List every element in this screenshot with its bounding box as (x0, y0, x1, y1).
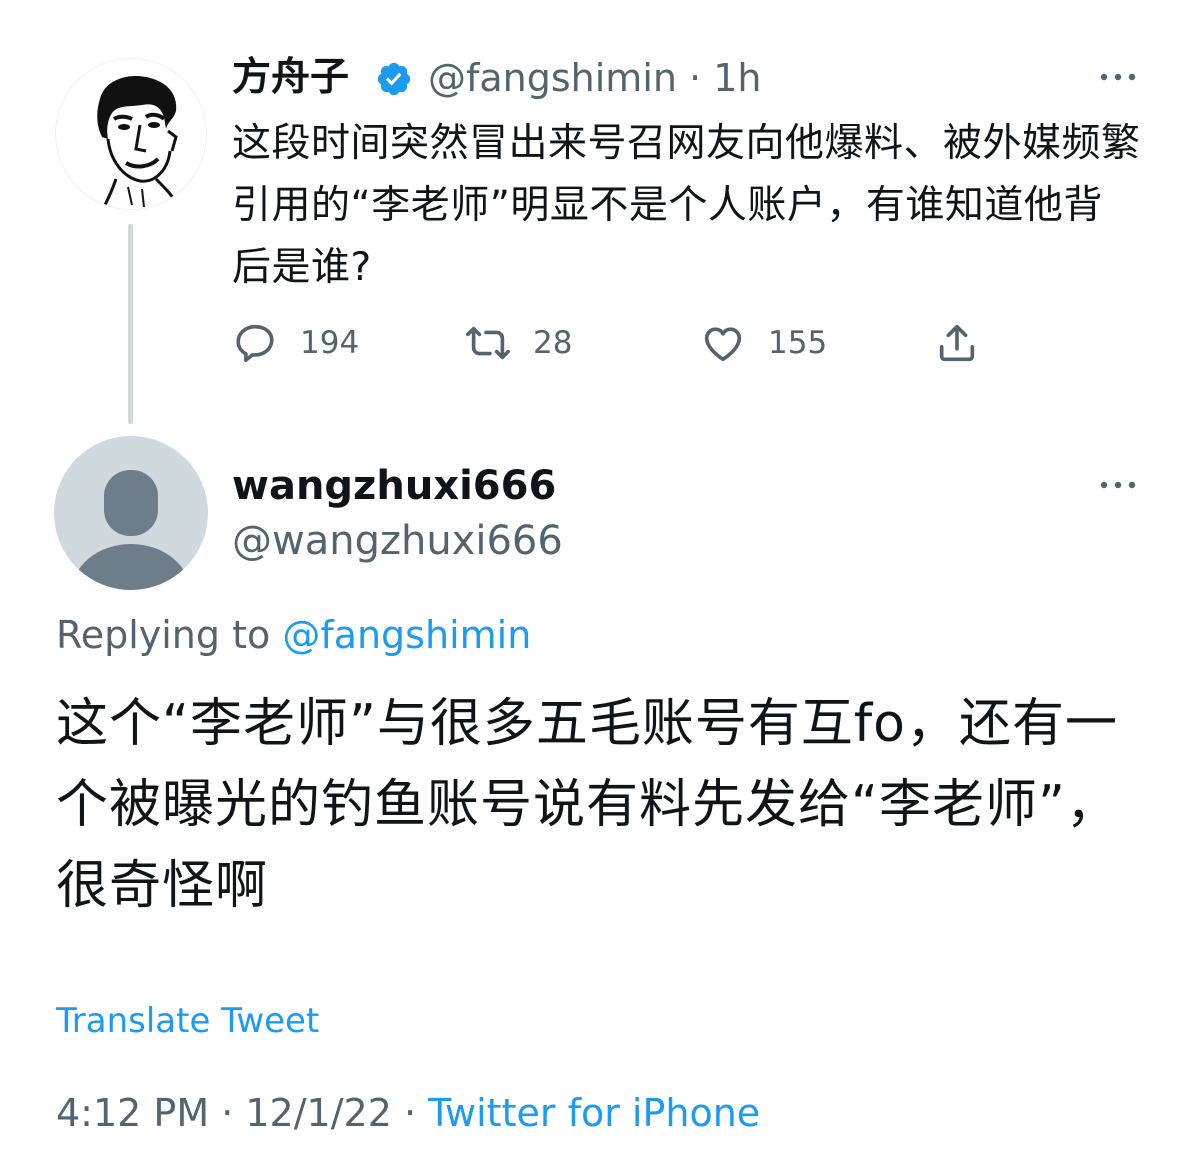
like-icon (704, 327, 742, 362)
tweet-date[interactable]: 12/1/22 (245, 1091, 392, 1135)
replying-to-label: Replying to (56, 613, 283, 657)
author-name[interactable]: 方舟子 (232, 52, 349, 104)
default-avatar-icon (71, 470, 191, 590)
like-count: 155 (768, 325, 828, 361)
share-icon (939, 324, 975, 362)
tweet-actions: 194 28 155 (232, 313, 992, 373)
tweet-source[interactable]: Twitter for iPhone (428, 1091, 760, 1135)
more-icon[interactable] (1098, 479, 1138, 491)
author-portrait-icon (97, 75, 180, 208)
avatar[interactable] (54, 436, 208, 590)
tweet-metadata: 4:12 PM · 12/1/22 · Twitter for iPhone (56, 1091, 761, 1135)
retweet-icon (466, 326, 510, 360)
retweet-count: 28 (533, 325, 573, 361)
more-icon[interactable] (1098, 71, 1138, 83)
tweet-time[interactable]: 4:12 PM (56, 1091, 209, 1135)
separator: · (676, 56, 714, 100)
verified-badge-icon (377, 62, 411, 96)
replying-to-handle[interactable]: @fangshimin (282, 613, 531, 657)
reply-author-handle[interactable]: @wangzhuxi666 (232, 515, 563, 567)
reply-text: 这个“李老师”与很多五毛账号有互fo，还有一个被曝光的钓鱼账号说有料先发给“李老… (56, 694, 1119, 916)
thread-line (128, 224, 133, 424)
tweet-time[interactable]: 1h (713, 56, 761, 100)
tweet-text: 这段时间突然冒出来号召网友向他爆料、被外媒频繁引用的“李老师”明显不是个人账户，… (232, 121, 1141, 290)
replying-to: Replying to @fangshimin (56, 609, 531, 661)
author-handle-and-time[interactable]: @fangshimin · 1h (428, 52, 761, 104)
reply-count: 194 (300, 325, 360, 361)
author-handle[interactable]: @fangshimin (428, 56, 677, 100)
avatar[interactable] (55, 58, 207, 210)
translate-tweet-link[interactable]: Translate Tweet (56, 998, 319, 1044)
share-button[interactable] (934, 313, 980, 373)
retweet-button[interactable]: 28 (465, 313, 572, 373)
reply-author-name[interactable]: wangzhuxi666 (232, 460, 556, 512)
like-button[interactable]: 155 (700, 313, 827, 373)
reply-icon (236, 324, 274, 363)
reply-button[interactable]: 194 (232, 313, 359, 373)
